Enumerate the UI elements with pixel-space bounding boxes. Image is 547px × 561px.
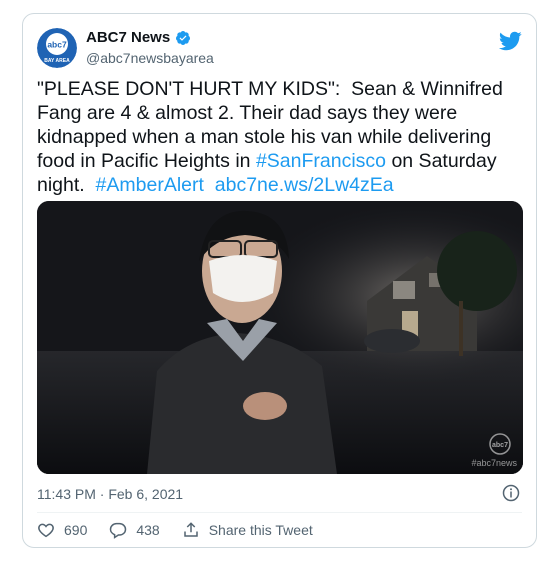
author-handle[interactable]: @abc7newsbayarea <box>86 48 214 68</box>
like-action[interactable]: 690 <box>37 521 87 539</box>
tweet-timestamp[interactable]: 11:43 PM · Feb 6, 2021 <box>37 484 183 504</box>
author-display-name-row[interactable]: ABC7 News <box>86 28 214 48</box>
hashtag-sanfrancisco-link[interactable]: #SanFrancisco <box>256 150 386 172</box>
verified-badge-icon <box>176 31 191 45</box>
watermark-logo-text: abc7 <box>492 442 508 449</box>
tweet-media[interactable]: abc7 #abc7news <box>37 201 523 474</box>
info-icon[interactable] <box>502 484 520 502</box>
share-action[interactable]: Share this Tweet <box>182 521 313 539</box>
hashtag-amberalert-link[interactable]: #AmberAlert <box>96 174 204 196</box>
like-count: 690 <box>64 522 88 538</box>
media-watermark: #abc7news <box>471 458 517 468</box>
url-link[interactable]: abc7ne.ws/2Lw4zEa <box>215 174 394 196</box>
media-image[interactable]: abc7 #abc7news <box>37 201 523 474</box>
share-label[interactable]: Share this Tweet <box>209 522 313 538</box>
avatar-logo-subtext: BAY AREA <box>44 58 70 64</box>
tweet-actions: 690 438 Share this Tweet <box>37 520 335 540</box>
share-icon[interactable] <box>182 521 200 539</box>
tweet-text-part-3 <box>204 174 215 196</box>
tweet-card: abc7 BAY AREA ABC7 News @abc7newsbayarea… <box>22 13 537 548</box>
author-names: ABC7 News @abc7newsbayarea <box>86 28 214 68</box>
reply-count: 438 <box>136 522 160 538</box>
reply-action[interactable]: 438 <box>109 521 160 539</box>
tweet-header: abc7 BAY AREA ABC7 News @abc7newsbayarea <box>37 28 522 72</box>
reply-icon[interactable] <box>109 521 127 539</box>
abc7-logo: abc7 BAY AREA <box>37 28 77 68</box>
avatar-logo-text: abc7 <box>47 40 67 50</box>
author-display-name[interactable]: ABC7 News <box>86 28 170 48</box>
tweet-text: "PLEASE DON'T HURT MY KIDS": Sean & Winn… <box>37 77 527 197</box>
avatar[interactable]: abc7 BAY AREA <box>37 28 77 68</box>
divider <box>37 512 522 513</box>
heart-icon[interactable] <box>37 521 55 539</box>
twitter-bird-icon[interactable] <box>498 29 522 53</box>
